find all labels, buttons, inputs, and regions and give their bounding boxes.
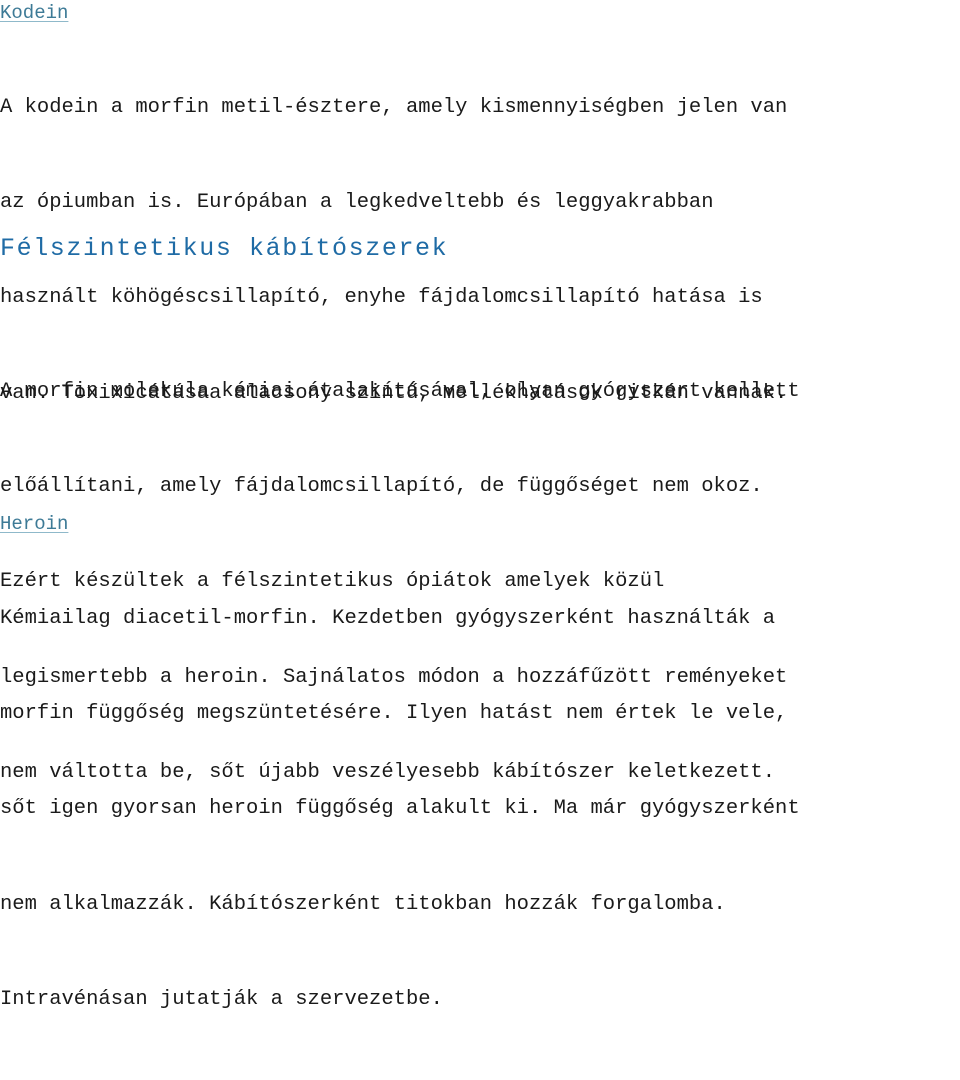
link-kodein[interactable]: Kodein: [0, 0, 68, 27]
text-line: Kémiailag diacetil-morfin. Kezdetben gyó…: [0, 606, 776, 630]
text-line: használt köhögéscsillapító, enyhe fájdal…: [0, 286, 763, 310]
text-line: sőt igen gyorsan heroin függőség alakult…: [0, 797, 800, 821]
text-line: az ópiumban is. Európában a legkedvelteb…: [0, 190, 714, 214]
text-line: A kodein a morfin metil-észtere, amely k…: [0, 95, 788, 119]
section-felszintetikus-heading: Félszintetikus kábítószerek: [0, 234, 448, 264]
text-line: előállítani, amely fájdalomcsillapító, d…: [0, 474, 763, 498]
section-heroin: Heroin Kémiailag diacetil-morfin. Kezdet…: [0, 511, 800, 1080]
text-line: nem alkalmazzák. Kábítószerként titokban…: [0, 892, 726, 916]
document-page: Kodein A kodein a morfin metil-észtere, …: [0, 0, 960, 1011]
text-line: A morfin molekula kémiai átalakításával,…: [0, 379, 800, 403]
paragraph-heroin: Kémiailag diacetil-morfin. Kezdetben gyó…: [0, 539, 800, 1080]
text-line: Intravénásan jutatják a szervezetbe.: [0, 988, 443, 1012]
text-line: morfin függőség megszüntetésére. Ilyen h…: [0, 701, 788, 725]
page-title-felszintetikus-kabitoszerek: Félszintetikus kábítószerek: [0, 234, 449, 263]
link-heroin[interactable]: Heroin: [0, 511, 68, 538]
